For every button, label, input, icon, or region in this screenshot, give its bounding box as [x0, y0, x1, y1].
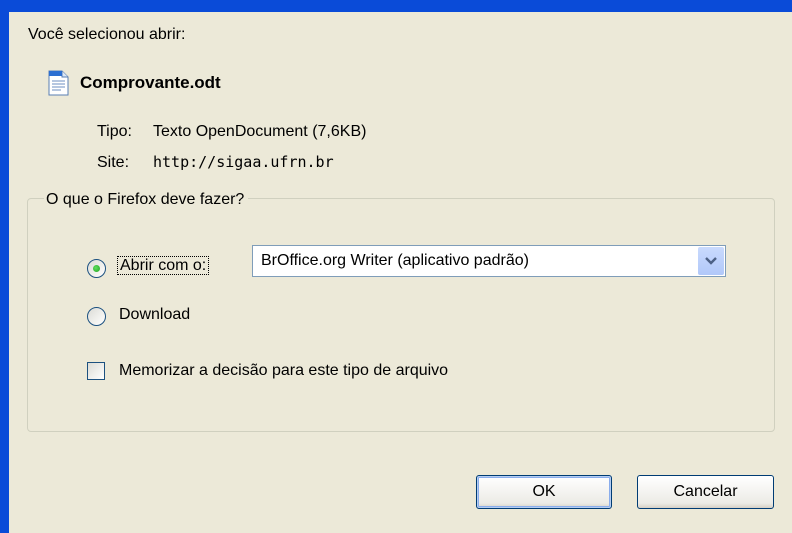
open-with-radio[interactable]	[87, 259, 106, 278]
site-row: Site: http://sigaa.ufrn.br	[97, 153, 334, 172]
type-value: Texto OpenDocument (7,6KB)	[153, 123, 367, 140]
file-info: Comprovante.odt	[46, 70, 221, 96]
site-value: http://sigaa.ufrn.br	[153, 153, 334, 171]
application-select-value: BrOffice.org Writer (aplicativo padrão)	[261, 252, 529, 269]
remember-decision-label[interactable]: Memorizar a decisão para este tipo de ar…	[119, 362, 448, 380]
ok-button[interactable]: OK	[476, 475, 612, 509]
chevron-down-icon[interactable]	[698, 247, 724, 275]
type-label: Tipo:	[97, 123, 132, 140]
application-select[interactable]: BrOffice.org Writer (aplicativo padrão)	[252, 245, 726, 277]
file-type-row: Tipo: Texto OpenDocument (7,6KB)	[97, 123, 366, 141]
intro-text: Você selecionou abrir:	[28, 26, 186, 43]
open-with-text: Abrir com o:	[117, 256, 210, 275]
cancel-button[interactable]: Cancelar	[637, 475, 774, 509]
download-radio[interactable]	[87, 307, 106, 326]
file-name: Comprovante.odt	[80, 73, 221, 92]
action-legend: O que o Firefox deve fazer?	[44, 191, 249, 209]
open-with-label[interactable]: Abrir com o:	[117, 256, 210, 275]
radio-selected-dot	[93, 265, 100, 272]
remember-decision-checkbox[interactable]	[87, 362, 105, 380]
download-label[interactable]: Download	[119, 306, 190, 324]
document-icon	[46, 70, 70, 96]
site-label: Site:	[97, 154, 130, 171]
